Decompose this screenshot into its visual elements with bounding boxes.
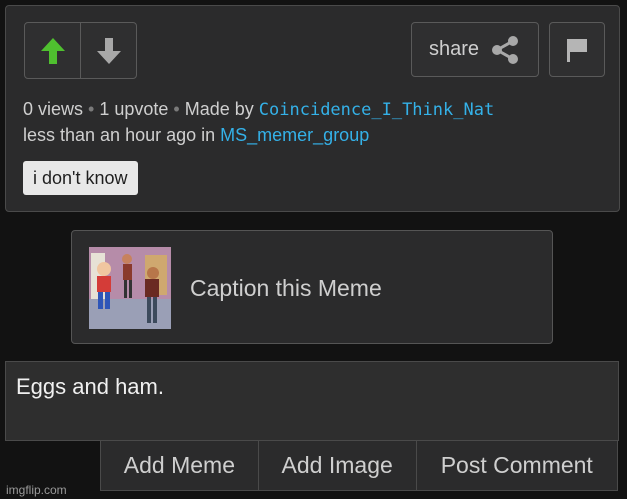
group-link[interactable]: MS_memer_group: [220, 125, 369, 145]
meme-thumbnail: [89, 247, 171, 329]
add-image-button[interactable]: Add Image: [258, 441, 417, 490]
vote-controls: [24, 22, 137, 79]
post-info-panel: share 0 views • 1 upvote • Made by Coinciden…: [5, 5, 620, 212]
add-meme-button[interactable]: Add Meme: [101, 441, 259, 490]
share-button[interactable]: share: [411, 22, 539, 77]
views-count: 0 views: [23, 99, 84, 119]
caption-label: Caption this Meme: [190, 275, 382, 301]
made-by-label: Made by: [184, 99, 254, 119]
up-arrow-icon: [40, 37, 65, 64]
share-label: share: [428, 38, 480, 60]
share-icon: [492, 35, 519, 64]
time-text: less than an hour ago in: [23, 125, 216, 145]
caption-this-meme-card[interactable]: Caption this Meme: [71, 230, 553, 344]
upvote-button[interactable]: [25, 23, 80, 78]
separator-dot: •: [173, 99, 180, 119]
post-meta: 0 views • 1 upvote • Made by Coincidence_I_T…: [23, 97, 494, 148]
upvote-count: 1 upvote: [99, 99, 169, 119]
comment-actions: Add Meme Add Image Post Comment: [100, 441, 618, 491]
downvote-button[interactable]: [80, 23, 136, 78]
flag-button[interactable]: [549, 22, 605, 77]
flag-icon: [567, 38, 587, 62]
comment-input[interactable]: Eggs and ham.: [5, 361, 619, 441]
author-link[interactable]: Coincidence_I_Think_Nat: [259, 100, 494, 120]
post-comment-button[interactable]: Post Comment: [416, 441, 617, 490]
tag-chip[interactable]: i don't know: [23, 161, 138, 195]
imgflip-watermark: imgflip.com: [6, 483, 67, 497]
separator-dot: •: [88, 99, 95, 119]
down-arrow-icon: [96, 37, 121, 64]
